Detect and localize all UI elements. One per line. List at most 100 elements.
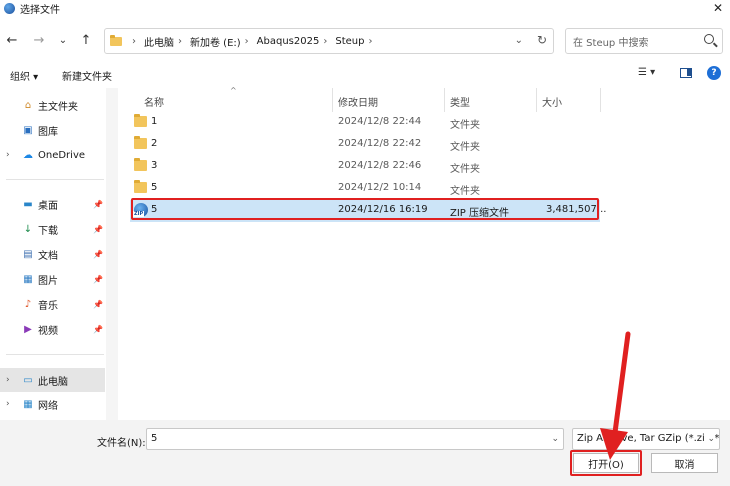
breadcrumb-separator-icon[interactable]: › [245, 36, 249, 47]
column-divider[interactable] [536, 88, 537, 112]
expand-chevron-icon[interactable]: › [6, 399, 10, 409]
column-header-name[interactable]: 名称 [144, 94, 164, 109]
search-icon[interactable] [704, 34, 714, 44]
sidebar-item-icon: ♪ [24, 298, 32, 310]
file-row[interactable]: 5 2024/12/2 10:14 文件夹 [130, 178, 600, 200]
column-header-size[interactable]: 大小 [542, 94, 562, 109]
breadcrumb-item[interactable]: 新加卷 (E:) [190, 34, 241, 49]
view-options-icon[interactable]: ☰ ▾ [638, 67, 655, 78]
organize-menu[interactable]: 组织 ▾ [10, 68, 38, 83]
breadcrumb-item[interactable]: 此电脑 [144, 34, 174, 49]
up-button[interactable]: ↑ [77, 31, 95, 49]
pin-icon[interactable]: 📌 [93, 275, 103, 284]
help-icon[interactable]: ? [707, 66, 721, 80]
folder-icon [134, 180, 147, 193]
sidebar-item-icon: ↓ [23, 223, 33, 235]
sidebar-item[interactable]: ▬ 桌面 📌 [0, 192, 105, 216]
sidebar-item-icon: ☁ [23, 149, 33, 161]
filetype-value: Zip Archive, Tar GZip (*.zip * [577, 433, 720, 444]
breadcrumb-item[interactable]: Steup [335, 36, 364, 47]
file-row[interactable]: 3 2024/12/8 22:46 文件夹 [130, 156, 600, 178]
sidebar-item[interactable]: ⌂ 主文件夹 [0, 93, 105, 117]
address-bar[interactable]: › 此电脑 › 新加卷 (E:) › Abaqus2025 › Steup › ⌄ ↻ [104, 28, 554, 54]
file-type: 文件夹 [450, 186, 480, 197]
sidebar-item-label: 主文件夹 [38, 101, 78, 113]
folder-icon [134, 114, 147, 127]
breadcrumb-separator-icon[interactable]: › [368, 36, 372, 47]
breadcrumb-separator-icon[interactable]: › [178, 36, 182, 47]
sidebar-item[interactable]: › ☁ OneDrive [0, 143, 105, 167]
sidebar-item-icon: ▶ [24, 323, 32, 335]
forward-button[interactable]: → [30, 31, 48, 49]
sort-arrow-icon: ^ [230, 86, 237, 95]
column-divider[interactable] [600, 88, 601, 112]
new-folder-button[interactable]: 新建文件夹 [62, 68, 112, 83]
pin-icon[interactable]: 📌 [93, 250, 103, 259]
pin-icon[interactable]: 📌 [93, 325, 103, 334]
filetype-select[interactable]: Zip Archive, Tar GZip (*.zip * ⌄ [572, 428, 720, 450]
breadcrumb-item[interactable]: Abaqus2025 [257, 36, 320, 47]
filename-value: 5 [151, 433, 158, 444]
sidebar-item[interactable]: ▦ 图片 📌 [0, 267, 105, 291]
file-name: 3 [151, 160, 158, 171]
file-row[interactable]: 1 2024/12/8 22:44 文件夹 [130, 112, 600, 134]
sidebar-item[interactable]: › ▭ 此电脑 [0, 368, 105, 392]
navigation-pane: ⌂ 主文件夹 ▣ 图库 › ☁ OneDrive ▬ 桌面 📌 ↓ 下载 📌 ▤ 文档 📌 ▦ 图片 📌 ♪ 音乐 📌 ▶ 视… [0, 88, 110, 420]
sidebar-item-label: 图库 [38, 126, 58, 138]
column-divider[interactable] [332, 88, 333, 112]
window-title: 选择文件 [20, 4, 60, 16]
app-icon [4, 2, 15, 14]
sidebar-item-icon: ▦ [23, 273, 33, 285]
breadcrumb: › 此电脑 › 新加卷 (E:) › Abaqus2025 › Steup › [128, 34, 380, 49]
expand-chevron-icon[interactable]: › [6, 375, 10, 385]
filename-label: 文件名(N): [97, 438, 146, 449]
sidebar-scrollbar[interactable] [106, 88, 118, 420]
sidebar-item[interactable]: › ▦ 网络 [0, 392, 105, 416]
address-dropdown-icon[interactable]: ⌄ [515, 35, 523, 46]
preview-pane-icon[interactable] [680, 68, 692, 78]
expand-chevron-icon[interactable]: › [6, 150, 10, 160]
file-list: ^ 名称 修改日期 类型 大小 1 2024/12/8 22:44 文件夹 2 2024… [122, 86, 730, 420]
file-date: 2024/12/8 22:42 [338, 138, 422, 149]
sidebar-item-label: 此电脑 [38, 376, 68, 388]
sidebar-item-label: 视频 [38, 325, 58, 337]
sidebar-item-label: 桌面 [38, 200, 58, 212]
pin-icon[interactable]: 📌 [93, 225, 103, 234]
filename-dropdown-icon[interactable]: ⌄ [551, 429, 559, 449]
breadcrumb-separator-icon[interactable]: › [132, 36, 136, 47]
filename-input[interactable]: 5 ⌄ [146, 428, 564, 450]
sidebar-divider [6, 354, 104, 355]
back-button[interactable]: ← [3, 31, 21, 49]
pin-icon[interactable]: 📌 [93, 300, 103, 309]
search-placeholder: 在 Steup 中搜索 [573, 37, 649, 49]
toolbar: 组织 ▾ 新建文件夹 ☰ ▾ ? [0, 62, 730, 86]
sidebar-item[interactable]: ▤ 文档 📌 [0, 242, 105, 266]
column-divider[interactable] [444, 88, 445, 112]
close-button[interactable]: ✕ [710, 0, 726, 16]
column-header-type[interactable]: 类型 [450, 94, 470, 109]
pin-icon[interactable]: 📌 [93, 200, 103, 209]
filetype-dropdown-icon[interactable]: ⌄ [705, 429, 715, 449]
file-type: 文件夹 [450, 164, 480, 175]
file-row[interactable]: 2 2024/12/8 22:42 文件夹 [130, 134, 600, 156]
selection-highlight-box [131, 198, 599, 220]
file-name: 1 [151, 116, 158, 127]
sidebar-item-icon: ▭ [23, 374, 33, 386]
file-type: 文件夹 [450, 120, 480, 131]
file-name: 5 [151, 182, 158, 193]
file-date: 2024/12/8 22:44 [338, 116, 422, 127]
recent-locations-button[interactable]: ⌄ [54, 31, 72, 49]
sidebar-item-icon: ⌂ [24, 99, 32, 111]
column-header-modified[interactable]: 修改日期 [338, 94, 378, 109]
sidebar-item[interactable]: ▶ 视频 📌 [0, 317, 105, 341]
cancel-button[interactable]: 取消 [651, 453, 718, 473]
search-input[interactable]: 在 Steup 中搜索 [565, 28, 723, 54]
sidebar-item[interactable]: ↓ 下载 📌 [0, 217, 105, 241]
refresh-icon[interactable]: ↻ [537, 33, 547, 47]
file-date: 2024/12/8 22:46 [338, 160, 422, 171]
sidebar-item-icon: ▦ [23, 398, 33, 410]
sidebar-item[interactable]: ▣ 图库 [0, 118, 105, 142]
breadcrumb-separator-icon[interactable]: › [323, 36, 327, 47]
sidebar-item[interactable]: ♪ 音乐 📌 [0, 292, 105, 316]
open-button-highlight-box [570, 450, 642, 476]
